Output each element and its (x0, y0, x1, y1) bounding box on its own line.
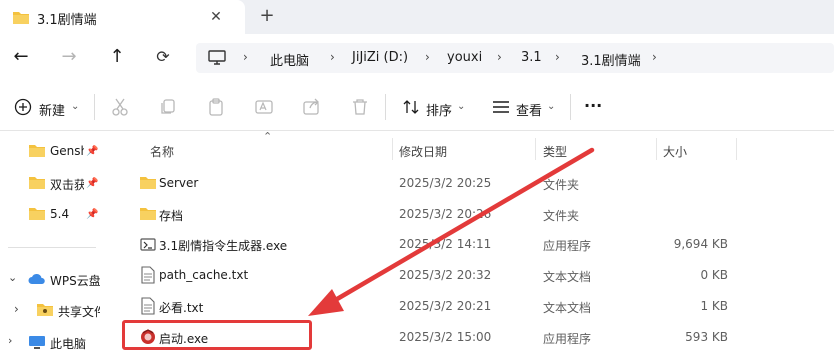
annotation-arrow (308, 147, 595, 316)
